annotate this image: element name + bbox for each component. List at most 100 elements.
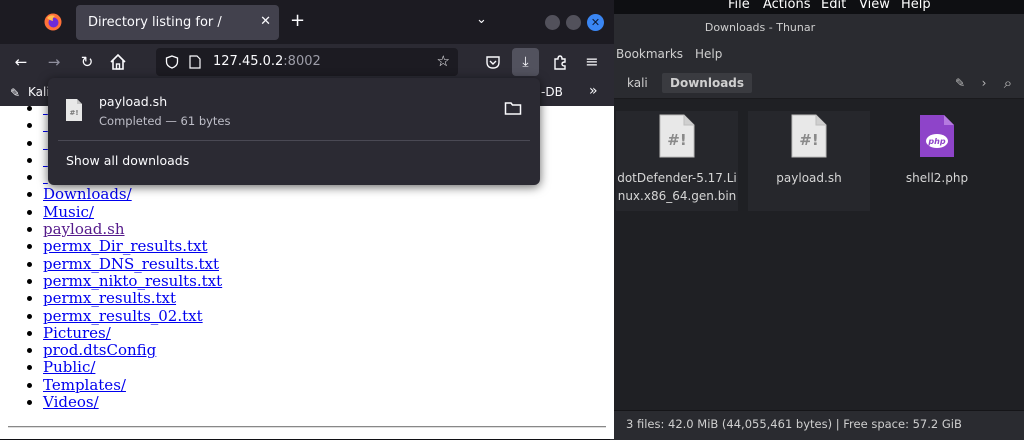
menu-hamburger-icon[interactable]: ≡ xyxy=(582,52,602,72)
list-item: Music/ xyxy=(43,203,222,221)
listing-link[interactable]: Pictures/ xyxy=(43,324,111,342)
status-text: 3 files: 42.0 MiB (44,055,461 bytes) | F… xyxy=(626,417,962,431)
kali-dragon-icon: ✎ xyxy=(10,86,21,100)
listing-link[interactable]: Public/ xyxy=(43,358,95,376)
thunar-menubar-secondary: Bookmarks Help xyxy=(610,42,1024,68)
tab-bar: Directory listing for / ✕ + ⌄ ✕ xyxy=(0,0,614,44)
reload-icon[interactable]: ↻ xyxy=(77,52,97,72)
listing-link[interactable]: Music/ xyxy=(43,203,94,221)
edit-location-icon[interactable]: ✎ xyxy=(950,73,970,93)
extensions-icon[interactable] xyxy=(551,53,569,71)
listing-link[interactable]: prod.dtsConfig xyxy=(43,341,156,359)
page-icon[interactable] xyxy=(189,55,201,69)
script-file-icon: #! xyxy=(791,114,827,158)
pocket-icon[interactable] xyxy=(485,54,501,70)
menu-help[interactable]: Help xyxy=(901,0,931,12)
list-item: permx_DNS_results.txt xyxy=(43,255,222,273)
tab-title: Directory listing for / xyxy=(88,15,222,30)
listing-link[interactable]: Downloads/ xyxy=(43,185,132,203)
path-bar: kali Downloads ✎ › ⌕ xyxy=(610,68,1024,99)
maximize-button[interactable] xyxy=(566,15,581,30)
thunar-menubar: File Actions Edit View Help xyxy=(610,0,1024,14)
menu-bookmarks[interactable]: Bookmarks xyxy=(616,47,683,61)
listing-link[interactable]: permx_results_02.txt xyxy=(43,307,203,325)
star-bookmark-icon[interactable]: ☆ xyxy=(437,52,450,70)
list-item: permx_Dir_results.txt xyxy=(43,238,222,255)
download-status: Completed — 61 bytes xyxy=(99,114,231,128)
menu-view[interactable]: View xyxy=(859,0,890,12)
close-window-button[interactable]: ✕ xyxy=(587,14,604,31)
status-bar: 3 files: 42.0 MiB (44,055,461 bytes) | F… xyxy=(610,410,1024,440)
listing-link[interactable]: Videos/ xyxy=(43,393,99,411)
horizontal-rule xyxy=(8,426,606,428)
list-item: payload.sh xyxy=(43,220,222,238)
svg-text:#!: #! xyxy=(667,131,686,149)
php-file-icon: php xyxy=(920,115,954,157)
listing-link[interactable]: Templates/ xyxy=(43,376,126,394)
new-tab-icon[interactable]: + xyxy=(290,12,305,30)
folder-icon[interactable] xyxy=(504,100,522,116)
script-file-icon: #! xyxy=(659,114,695,158)
minimize-button[interactable] xyxy=(545,15,560,30)
svg-text:php: php xyxy=(927,137,945,146)
downloads-panel: #! payload.sh Completed — 61 bytes Show … xyxy=(48,78,540,185)
listing-link[interactable]: permx_DNS_results.txt xyxy=(43,255,219,273)
listing-link[interactable]: permx_nikto_results.txt xyxy=(43,272,222,290)
panel-divider xyxy=(58,140,530,141)
chevron-more-icon[interactable]: » xyxy=(589,83,598,99)
breadcrumb-downloads[interactable]: Downloads xyxy=(662,73,753,93)
list-item: prod.dtsConfig xyxy=(43,342,222,359)
file-view: #! dotDefender-5.17.Linux.x86_64.gen.bin… xyxy=(610,99,1024,410)
download-icon: ⤓ xyxy=(522,54,529,70)
file-item-payload[interactable]: #! payload.sh xyxy=(748,111,870,211)
url-host: 127.45.0.2 xyxy=(213,54,284,69)
download-file-name[interactable]: payload.sh xyxy=(99,94,167,109)
bookmark-db[interactable]: -DB xyxy=(541,85,563,99)
url-port: :8002 xyxy=(283,54,321,69)
window-title: Downloads - Thunar xyxy=(704,21,816,34)
breadcrumb-kali[interactable]: kali xyxy=(627,73,648,93)
shield-icon[interactable] xyxy=(165,55,179,69)
svg-text:#!: #! xyxy=(799,131,818,149)
search-icon[interactable]: ⌕ xyxy=(998,73,1018,93)
desktop: File Actions Edit View Help Downloads - … xyxy=(0,0,1024,440)
tab-directory-listing[interactable]: Directory listing for / ✕ xyxy=(76,5,279,40)
close-tab-icon[interactable]: ✕ xyxy=(260,14,271,29)
bookmark-kali[interactable]: Kali xyxy=(28,85,50,99)
list-item: permx_nikto_results.txt xyxy=(43,272,222,290)
back-icon[interactable]: ← xyxy=(11,52,31,72)
downloads-button[interactable]: ⤓ xyxy=(512,48,539,76)
svg-text:#!: #! xyxy=(69,109,78,117)
list-item: Downloads/ xyxy=(43,186,222,203)
firefox-window: Directory listing for / ✕ + ⌄ ✕ ← → ↻ 12… xyxy=(0,0,614,439)
list-item: Pictures/ xyxy=(43,324,222,342)
listing-link[interactable]: payload.sh xyxy=(43,220,125,238)
url-text: 127.45.0.2:8002 xyxy=(213,54,321,69)
forward-icon[interactable]: → xyxy=(44,52,64,72)
navigation-toolbar: ← → ↻ 127.45.0.2:8002 ☆ ⤓ ≡ xyxy=(0,44,614,80)
file-name: shell2.php xyxy=(905,171,969,185)
list-item: permx_results_02.txt xyxy=(43,307,222,325)
file-item-shell2[interactable]: php shell2.php xyxy=(876,111,998,211)
show-all-downloads-button[interactable]: Show all downloads xyxy=(66,153,189,168)
script-file-icon: #! xyxy=(66,99,82,121)
list-item: Videos/ xyxy=(43,393,222,411)
listing-link[interactable]: permx_Dir_results.txt xyxy=(43,237,208,255)
list-item: Templates/ xyxy=(43,376,222,394)
menu-actions[interactable]: Actions xyxy=(763,0,811,12)
thunar-window: File Actions Edit View Help Downloads - … xyxy=(610,0,1024,440)
file-item-dotdefender[interactable]: #! dotDefender-5.17.Linux.x86_64.gen.bin xyxy=(616,111,738,211)
menu-edit[interactable]: Edit xyxy=(821,0,846,12)
thunar-titlebar: Downloads - Thunar xyxy=(610,14,1024,42)
firefox-logo-icon xyxy=(44,13,62,31)
listing-link[interactable]: permx_results.txt xyxy=(43,289,176,307)
path-next-icon[interactable]: › xyxy=(974,73,994,93)
url-bar[interactable]: 127.45.0.2:8002 ☆ xyxy=(156,48,458,76)
list-item: Public/ xyxy=(43,359,222,376)
menu-file[interactable]: File xyxy=(728,0,750,12)
file-name: dotDefender-5.17.Linux.x86_64.gen.bin xyxy=(617,171,737,203)
list-item: permx_results.txt xyxy=(43,290,222,307)
home-icon[interactable] xyxy=(109,53,127,71)
menu-help-secondary[interactable]: Help xyxy=(695,47,722,61)
chevron-down-icon[interactable]: ⌄ xyxy=(476,12,487,27)
